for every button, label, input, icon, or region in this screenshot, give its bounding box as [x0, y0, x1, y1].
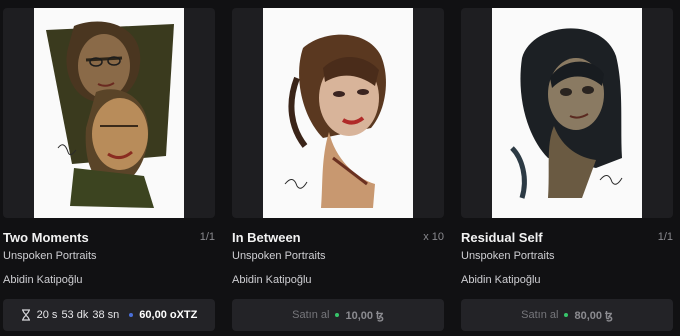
- status-dot: [564, 313, 569, 317]
- artwork-card-in-between[interactable]: In Between x 10 Unspoken Portraits Abidi…: [232, 8, 444, 336]
- artwork-title[interactable]: Two Moments: [3, 230, 89, 245]
- portrait-painting-in-between: [284, 34, 386, 208]
- artist-link[interactable]: Abidin Katipoğlu: [3, 274, 83, 286]
- artwork-title[interactable]: Residual Self: [461, 230, 543, 245]
- buy-label: Satın al: [521, 309, 559, 321]
- edition-count: x 10: [423, 231, 444, 243]
- countdown-minutes: 53 dk: [61, 309, 89, 321]
- buy-label: Satın al: [292, 309, 330, 321]
- separator-dot: [129, 313, 134, 317]
- buy-price: 10,00 ꜩ: [345, 309, 384, 322]
- collection-link[interactable]: Unspoken Portraits: [232, 250, 326, 262]
- artwork-image[interactable]: [263, 8, 413, 218]
- buy-button[interactable]: Satın al 10,00 ꜩ: [232, 299, 444, 331]
- buy-button[interactable]: Satın al 80,00 ꜩ: [461, 299, 673, 331]
- portrait-painting-two-faces: [46, 21, 174, 208]
- artwork-card-residual-self[interactable]: Residual Self 1/1 Unspoken Portraits Abi…: [461, 8, 673, 336]
- artwork-thumbnail[interactable]: [461, 8, 673, 218]
- countdown-days: 20 s: [36, 309, 58, 321]
- countdown-seconds: 38 sn: [92, 309, 120, 321]
- artwork-image[interactable]: [492, 8, 642, 218]
- artwork-title[interactable]: In Between: [232, 230, 301, 245]
- buy-price: 80,00 ꜩ: [574, 309, 613, 322]
- auction-price: 60,00 oXTZ: [139, 309, 198, 321]
- artwork-thumbnail[interactable]: [3, 8, 215, 218]
- collection-link[interactable]: Unspoken Portraits: [3, 250, 97, 262]
- artwork-image[interactable]: [34, 8, 184, 218]
- status-dot: [335, 313, 340, 317]
- edition-count: 1/1: [199, 231, 215, 243]
- artwork-thumbnail[interactable]: [232, 8, 444, 218]
- collection-link[interactable]: Unspoken Portraits: [461, 250, 555, 262]
- artist-link[interactable]: Abidin Katipoğlu: [232, 274, 312, 286]
- artwork-card-two-moments[interactable]: Two Moments 1/1 Unspoken Portraits Abidi…: [3, 8, 215, 336]
- edition-count: 1/1: [657, 231, 673, 243]
- hourglass-icon: [21, 309, 30, 321]
- artist-link[interactable]: Abidin Katipoğlu: [461, 274, 541, 286]
- auction-countdown-button[interactable]: 20 s 53 dk 38 sn 60,00 oXTZ: [3, 299, 215, 331]
- portrait-painting-residual-self: [510, 28, 623, 199]
